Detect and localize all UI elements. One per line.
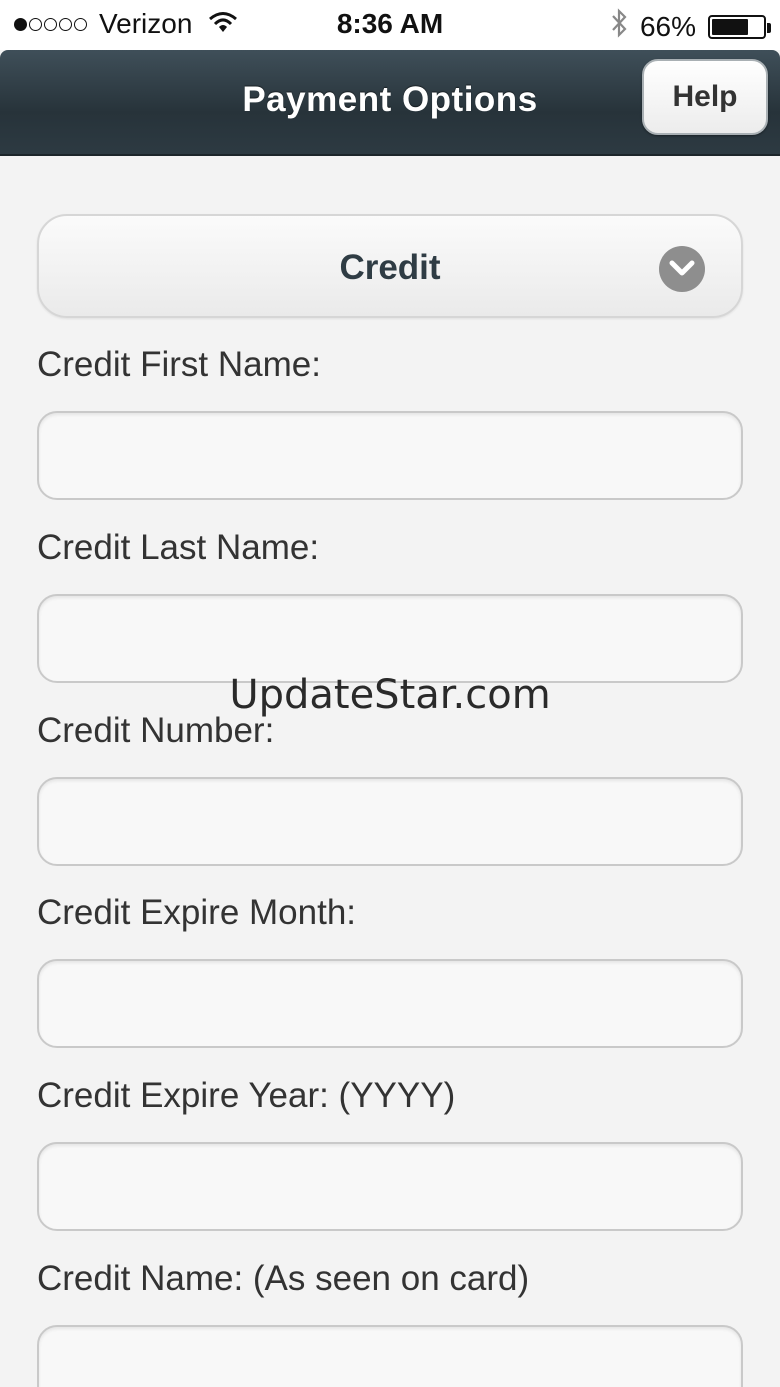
status-bar: Verizon 8:36 AM 66% [0,0,780,50]
credit-last-name-label: Credit Last Name: [37,528,320,567]
signal-dot [59,17,72,31]
credit-number-input[interactable] [37,777,743,866]
credit-first-name-input[interactable] [37,411,743,500]
credit-name-on-card-input[interactable] [37,1325,743,1387]
signal-dot [29,17,42,31]
status-right: 66% [610,8,771,45]
payment-type-select[interactable]: Credit [37,214,743,318]
signal-dot [14,17,27,31]
credit-expire-month-label: Credit Expire Month: [37,893,357,932]
nav-header: Payment Options Help [0,50,780,156]
chevron-down-icon [659,246,705,292]
wifi-icon [208,8,238,40]
credit-expire-year-input[interactable] [37,1142,743,1231]
signal-strength-icon [14,17,87,31]
credit-last-name-input[interactable] [37,594,743,683]
signal-dot [74,17,87,31]
help-button[interactable]: Help [642,59,768,135]
credit-expire-month-input[interactable] [37,959,743,1048]
credit-number-label: Credit Number: [37,711,275,750]
credit-expire-year-label: Credit Expire Year: (YYYY) [37,1076,456,1115]
status-left: Verizon [14,8,238,40]
payment-type-value: Credit [339,248,441,287]
carrier-name: Verizon [99,8,193,39]
signal-dot [44,17,57,31]
battery-percent: 66% [639,10,696,42]
credit-first-name-label: Credit First Name: [37,345,321,384]
battery-icon [708,14,771,39]
bluetooth-icon [610,8,628,45]
credit-name-on-card-label: Credit Name: (As seen on card) [37,1259,530,1298]
